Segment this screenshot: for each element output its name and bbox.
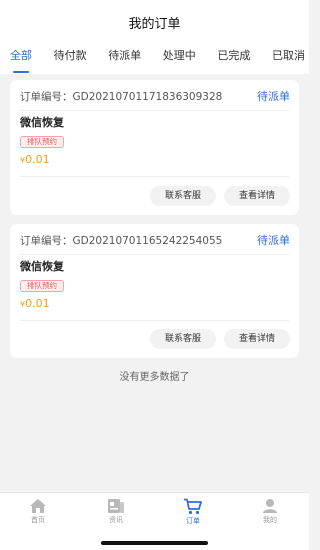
price-value: 0.01: [25, 153, 50, 166]
queue-tag: 排队预约: [20, 136, 64, 148]
page-header: 我的订单: [0, 8, 309, 42]
order-price: ¥0.01: [20, 296, 50, 313]
order-number-label: 订单编号：: [20, 91, 73, 103]
view-details-button[interactable]: 查看详情: [224, 329, 290, 349]
status-bar: [0, 0, 309, 8]
tab-all[interactable]: 全部: [10, 42, 32, 74]
order-status: 待派单: [257, 90, 290, 103]
order-number: 订单编号：GD20210701165242254055: [20, 233, 222, 249]
view-details-button[interactable]: 查看详情: [224, 186, 290, 206]
order-header: 订单编号：GD20210701171836309328 待派单: [20, 89, 290, 105]
home-icon: [30, 499, 46, 513]
tabbar-label: 订单: [186, 517, 200, 525]
tabbar-item-orders[interactable]: 订单: [168, 498, 218, 526]
tabbar-item-news[interactable]: 资讯: [91, 498, 141, 525]
order-number-label: 订单编号：: [20, 235, 73, 247]
home-indicator: [101, 541, 208, 545]
tabbar-item-home[interactable]: 首页: [13, 498, 63, 525]
news-icon: [108, 499, 124, 513]
tabbar-label: 我的: [263, 516, 277, 524]
order-header: 订单编号：GD20210701165242254055 待派单: [20, 233, 290, 249]
tab-completed[interactable]: 已完成: [217, 42, 250, 74]
tab-pending-dispatch[interactable]: 待派单: [108, 42, 141, 74]
order-number-value: GD20210701165242254055: [72, 235, 223, 247]
service-name: 微信恢复: [20, 116, 64, 129]
divider: [20, 110, 289, 111]
tab-cancelled[interactable]: 已取消: [272, 42, 305, 74]
queue-tag: 排队预约: [20, 280, 64, 292]
contact-support-button[interactable]: 联系客服: [150, 186, 216, 206]
cart-icon: [184, 498, 202, 515]
order-card[interactable]: 订单编号：GD20210701171836309328 待派单 微信恢复 排队预…: [10, 80, 299, 215]
tab-pending-payment[interactable]: 待付款: [54, 42, 87, 74]
order-number: 订单编号：GD20210701171836309328: [20, 89, 222, 105]
user-icon: [263, 499, 277, 513]
tab-processing[interactable]: 处理中: [163, 42, 196, 74]
divider: [20, 254, 289, 255]
tabbar-label: 资讯: [109, 516, 123, 524]
contact-support-button[interactable]: 联系客服: [150, 329, 216, 349]
order-tabs: 全部 待付款 待派单 处理中 已完成 已取消: [0, 42, 309, 74]
order-price: ¥0.01: [20, 152, 50, 169]
tabbar-item-me[interactable]: 我的: [245, 498, 295, 525]
order-status: 待派单: [257, 234, 290, 247]
tabbar-label: 首页: [31, 516, 45, 524]
divider: [20, 320, 289, 321]
price-value: 0.01: [25, 297, 50, 310]
no-more-data-text: 没有更多数据了: [119, 372, 190, 383]
order-card[interactable]: 订单编号：GD20210701165242254055 待派单 微信恢复 排队预…: [10, 224, 299, 358]
service-name: 微信恢复: [20, 260, 64, 273]
page-title: 我的订单: [128, 17, 181, 32]
divider: [20, 176, 289, 177]
order-number-value: GD20210701171836309328: [72, 91, 223, 103]
